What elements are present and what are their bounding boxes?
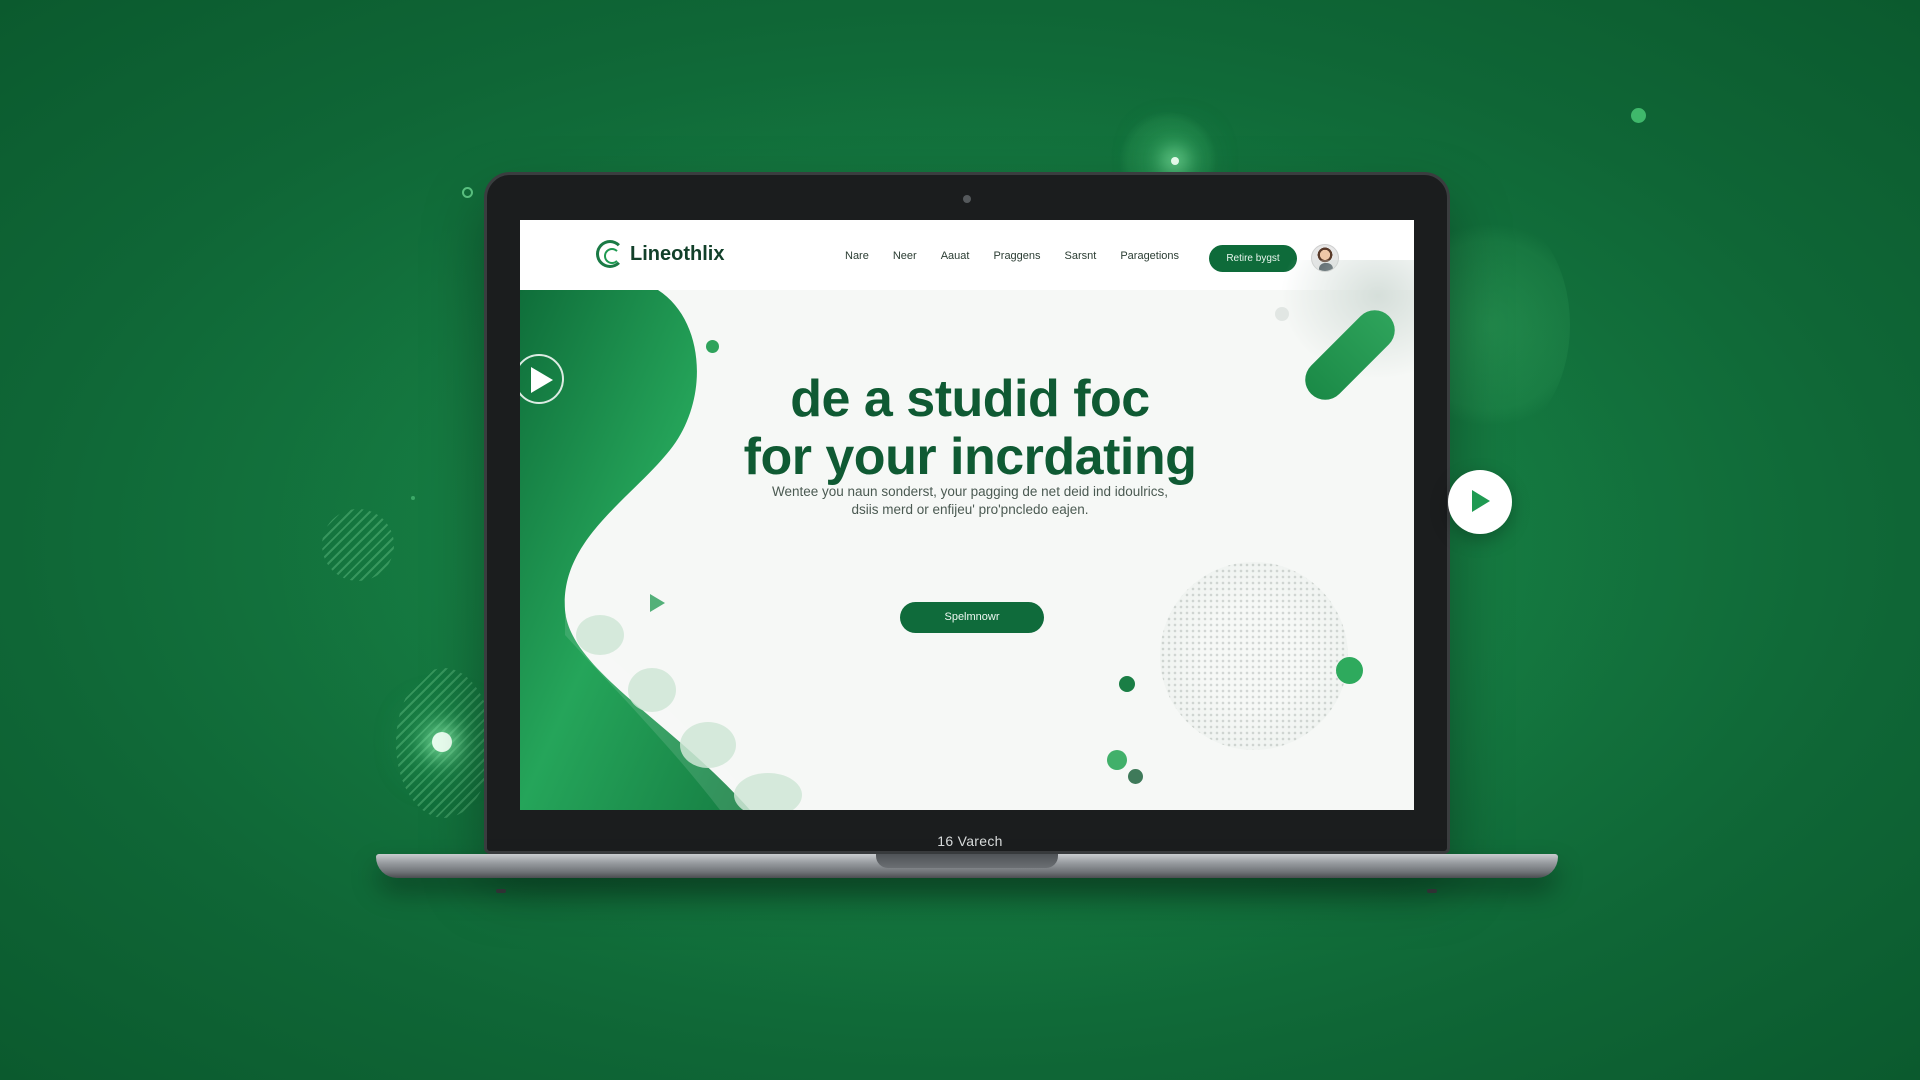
nav-link-2[interactable]: Neer (893, 250, 917, 262)
accent-dot (1336, 657, 1363, 684)
hero-headline: de a studid foc for your incrdating (670, 370, 1270, 486)
laptop-foot (496, 889, 506, 893)
nav-link-5[interactable]: Sarsnt (1065, 250, 1097, 262)
laptop-foot (1427, 889, 1437, 893)
accent-dot (706, 340, 719, 353)
swirl-logo-icon (596, 240, 624, 268)
play-icon[interactable] (1448, 470, 1512, 534)
accent-dot (1128, 769, 1143, 784)
accent-dot (1107, 750, 1127, 770)
accent-dot (462, 187, 473, 198)
laptop-notch (876, 854, 1058, 868)
glow-dot (1171, 157, 1179, 165)
nav-link-6[interactable]: Paragetions (1120, 250, 1179, 262)
accent-dot (1631, 108, 1646, 123)
subtext-line-1: Wentee you naun sonderst, your pagging d… (771, 484, 1168, 499)
hero-subtext: Wentee you naun sonderst, your pagging d… (720, 483, 1220, 519)
nav-link-3[interactable]: Aauat (941, 250, 970, 262)
subtext-line-2: dsiis merd or enfijeu' pro'pncledo eajen… (851, 502, 1089, 517)
accent-dot (1119, 676, 1135, 692)
nav-link-1[interactable]: Nare (845, 250, 869, 262)
glow-dot (432, 732, 452, 752)
hatched-circle (322, 509, 394, 581)
brand-name: Lineothlix (630, 242, 725, 265)
nav-link-4[interactable]: Praggens (993, 250, 1040, 262)
nav-links: Nare Neer Aauat Praggens Sarsnt Parageti… (845, 250, 1203, 262)
laptop-screen: Lineothlix Nare Neer Aauat Praggens Sars… (520, 220, 1414, 810)
headline-line-2: for your incrdating (743, 428, 1197, 486)
bezel-label: 16 Varech (937, 833, 1003, 849)
accent-dot (1275, 307, 1289, 321)
accent-dot (411, 496, 415, 500)
play-triangle-icon (650, 594, 665, 612)
brand-logo[interactable]: Lineothlix (596, 240, 724, 268)
camera-icon (963, 195, 971, 203)
wave-shape (520, 290, 802, 810)
hero-cta-button[interactable]: Spelmnowr (900, 602, 1044, 633)
dotted-circle (1160, 562, 1348, 750)
hero-green-wave (520, 290, 840, 810)
headline-line-1: de a studid foc (790, 370, 1150, 428)
